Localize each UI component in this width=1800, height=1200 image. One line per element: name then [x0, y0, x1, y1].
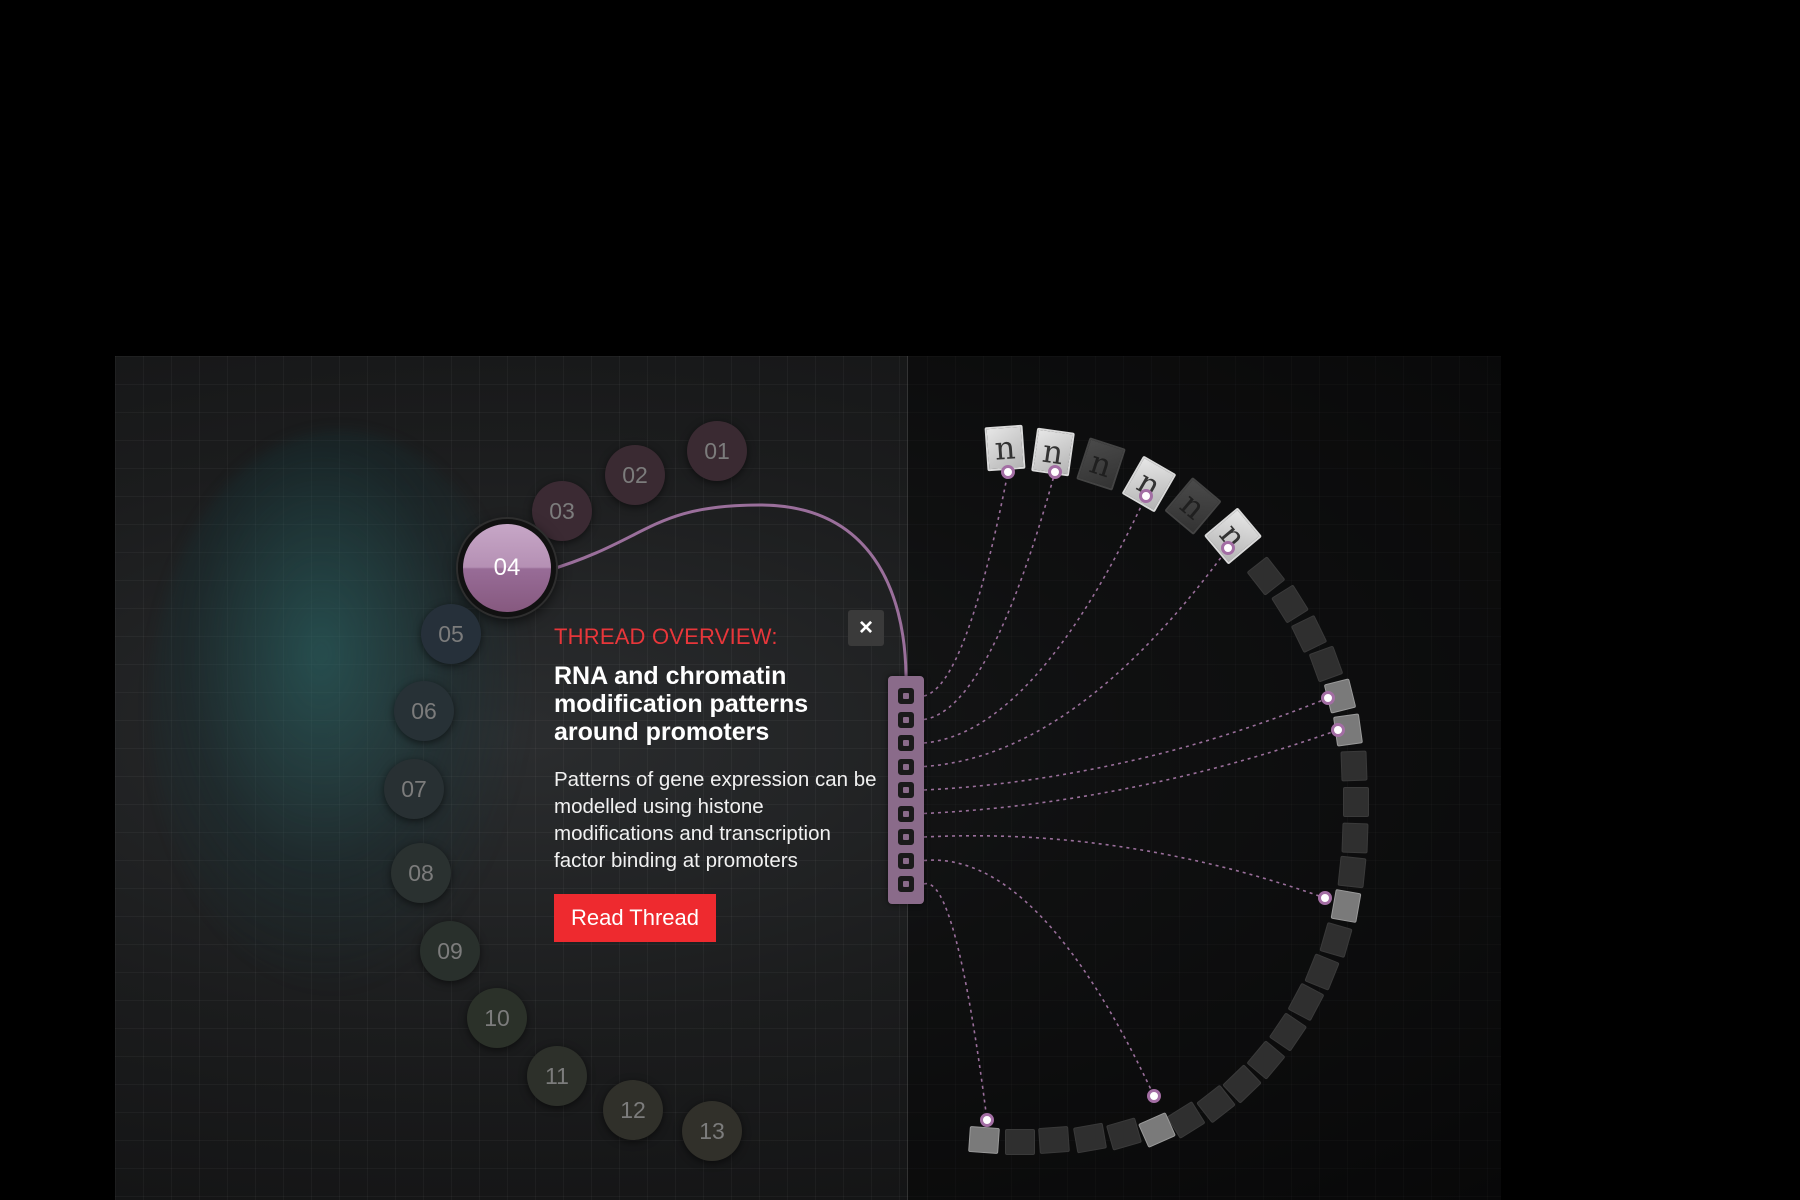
thread-circle-04[interactable]: 04	[458, 519, 556, 617]
connector-pin-icon	[980, 1113, 994, 1127]
connector-slot	[898, 735, 914, 751]
paper-link-line	[923, 495, 1147, 744]
thread-circle-01[interactable]: 01	[687, 421, 747, 481]
connector-pin-icon	[1321, 691, 1335, 705]
thread-overview-card: THREAD OVERVIEW: RNA and chromatin modif…	[554, 624, 884, 942]
paper-link-line	[923, 729, 1339, 815]
thread-connector-bar	[888, 676, 924, 904]
thread-title: RNA and chromatin modification patterns …	[554, 662, 809, 746]
read-thread-button[interactable]: Read Thread	[554, 894, 717, 942]
document-icon[interactable]	[968, 1125, 1000, 1155]
document-icon[interactable]	[1337, 855, 1367, 889]
thread-circle-05[interactable]: 05	[421, 604, 481, 664]
paper-link-line	[923, 834, 1326, 899]
thread-circle-13[interactable]: 13	[682, 1101, 742, 1161]
connector-slot	[898, 758, 914, 775]
thread-circle-12[interactable]: 12	[603, 1080, 663, 1140]
document-icon[interactable]	[1038, 1125, 1070, 1155]
thread-links	[545, 471, 1339, 1121]
connector-slot	[898, 876, 914, 892]
document-icon[interactable]	[1330, 888, 1362, 924]
connector-pin-icon	[1147, 1089, 1161, 1103]
paper-link-line	[923, 471, 1056, 721]
connector-pin-icon	[1331, 723, 1345, 737]
thread-circle-08[interactable]: 08	[391, 843, 451, 903]
journal-document-icon[interactable]: n	[984, 424, 1026, 472]
connector-pin-icon	[1048, 465, 1062, 479]
connector-pin-icon	[1139, 489, 1153, 503]
connector-slot	[898, 711, 914, 728]
connector-slot	[898, 805, 914, 822]
thread-circle-10[interactable]: 10	[467, 988, 527, 1048]
thread-circle-02[interactable]: 02	[605, 445, 665, 505]
thread-circle-11[interactable]: 11	[527, 1046, 587, 1106]
paper-link-line	[923, 859, 1155, 1097]
document-icon[interactable]	[1341, 822, 1369, 854]
overview-kicker: THREAD OVERVIEW:	[554, 624, 778, 649]
connector-pin-icon	[1318, 891, 1332, 905]
connector-slot	[898, 688, 914, 704]
document-icon[interactable]	[1005, 1129, 1035, 1155]
thread-circle-07[interactable]: 07	[384, 759, 444, 819]
paper-link-line	[923, 547, 1229, 768]
document-icon[interactable]	[1340, 750, 1368, 782]
thread-circle-06[interactable]: 06	[394, 681, 454, 741]
document-icon[interactable]	[1072, 1122, 1108, 1154]
connector-slot	[898, 829, 914, 845]
thread-circle-09[interactable]: 09	[420, 921, 480, 981]
connector-slot	[898, 782, 914, 798]
thread-description: Patterns of gene expression can be model…	[554, 768, 877, 872]
connector-pin-icon	[1221, 541, 1235, 555]
paper-link-line	[923, 471, 1009, 697]
paper-link-line	[923, 882, 988, 1121]
paper-link-line	[923, 697, 1329, 791]
document-icon[interactable]	[1343, 787, 1369, 817]
connector-pin-icon	[1001, 465, 1015, 479]
app-stage: 01 02 03 04 05 06 07 08 09 10 11 12 13 × THREAD OVER…	[0, 0, 1800, 1200]
connector-slot	[898, 852, 914, 869]
